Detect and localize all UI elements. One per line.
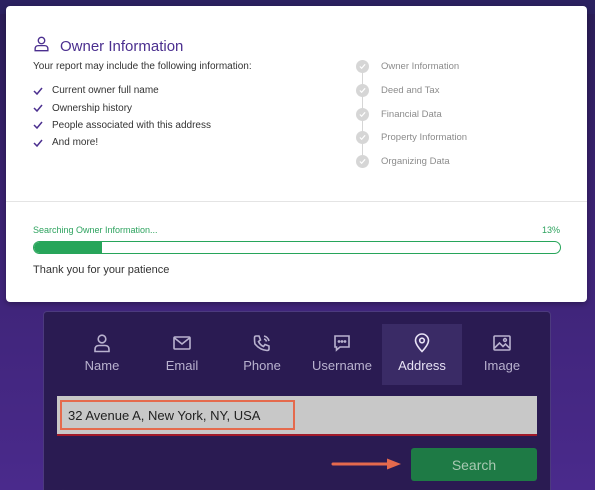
check-icon (33, 121, 43, 130)
step-financial-data: Financial Data (356, 102, 467, 132)
person-icon (94, 334, 110, 353)
tab-name[interactable]: Name (62, 324, 142, 385)
tab-label: Username (312, 358, 372, 373)
thanks-message: Thank you for your patience (33, 264, 170, 276)
step-organizing-data: Organizing Data (356, 150, 467, 174)
owner-header: Owner Information (33, 35, 183, 57)
progress-steps: Owner Information Deed and Tax Financial… (356, 55, 467, 173)
tab-label: Email (165, 358, 199, 373)
progress-bar (33, 241, 561, 254)
tab-username[interactable]: Username (302, 324, 382, 385)
list-item: And more! (33, 134, 211, 151)
address-input[interactable] (60, 400, 295, 430)
check-circle-icon (356, 155, 369, 169)
image-icon (493, 335, 511, 351)
search-button[interactable]: Search (411, 448, 537, 481)
tab-label: Phone (243, 358, 281, 373)
tab-email[interactable]: Email (142, 324, 222, 385)
step-label: Property Information (381, 132, 468, 144)
list-item: People associated with this address (33, 117, 211, 134)
person-icon (33, 35, 50, 57)
step-property-information: Property Information (356, 126, 468, 156)
tab-phone[interactable]: Phone (222, 324, 302, 385)
tab-image[interactable]: Image (462, 324, 542, 385)
check-icon (33, 87, 43, 95)
step-deed-and-tax: Deed and Tax (356, 79, 467, 108)
list-item-label: And more! (52, 137, 99, 149)
check-icon (33, 139, 43, 147)
location-pin-icon (414, 333, 430, 353)
check-circle-icon (356, 107, 369, 121)
step-label: Financial Data (381, 108, 442, 120)
tab-label: Name (84, 358, 120, 373)
tab-label: Image (483, 358, 521, 373)
list-item: Current owner full name (33, 82, 211, 99)
check-circle-icon (356, 84, 369, 98)
step-label: Organizing Data (381, 156, 450, 168)
intro-text: Your report may include the following in… (33, 61, 252, 72)
envelope-icon (173, 336, 191, 350)
search-type-tabs: Name Email Phone Username Address Image (62, 324, 542, 385)
phone-icon (253, 335, 270, 352)
list-item-label: Ownership history (52, 102, 133, 114)
progress-percent: 13% (541, 225, 560, 235)
step-owner-information: Owner Information (356, 55, 467, 84)
list-item-label: Current owner full name (52, 85, 159, 97)
divider (6, 201, 587, 202)
tab-label: Address (398, 358, 446, 373)
arrow-right-icon (331, 458, 401, 470)
list-item-label: People associated with this address (52, 119, 211, 131)
chat-icon (334, 335, 350, 352)
report-checklist: Current owner full name Ownership histor… (33, 82, 211, 152)
step-label: Deed and Tax (381, 85, 440, 97)
list-item: Ownership history (33, 99, 211, 116)
search-status-text: Searching Owner Information... (33, 225, 158, 235)
step-label: Owner Information (381, 61, 460, 73)
address-input-wrapper (57, 396, 537, 436)
search-panel: Name Email Phone Username Address Image … (43, 311, 551, 490)
progress-modal: Owner Information Your report may includ… (6, 6, 587, 302)
tab-address[interactable]: Address (382, 324, 462, 385)
check-icon (33, 104, 43, 113)
owner-title: Owner Information (60, 37, 184, 55)
progress-bar-fill (34, 242, 103, 253)
check-circle-icon (356, 131, 369, 145)
check-circle-icon (356, 60, 369, 74)
